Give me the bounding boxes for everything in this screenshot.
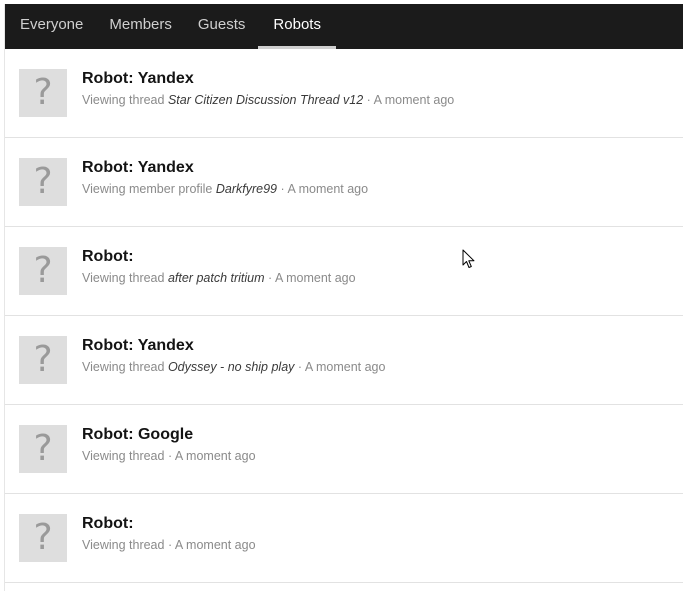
activity-line: Viewing thread Star Citizen Discussion T… [82, 92, 675, 108]
activity-line: Viewing thread · A moment ago [82, 448, 675, 464]
activity-target-link[interactable]: Star Citizen Discussion Thread v12 [168, 93, 363, 107]
online-robot-list: ? Robot: Yandex Viewing thread Star Citi… [5, 49, 683, 583]
separator-dot: · [366, 93, 371, 107]
list-item: ? Robot: Yandex Viewing member profile D… [5, 138, 683, 227]
robot-name: Robot: Yandex [82, 159, 194, 176]
activity-target-link[interactable]: after patch tritium [168, 271, 265, 285]
tab-robots[interactable]: Robots [258, 4, 336, 49]
list-item: ? Robot: Viewing thread · A moment ago [5, 494, 683, 583]
separator-dot: · [167, 538, 173, 552]
activity-time: A moment ago [304, 360, 386, 374]
activity-action: Viewing thread [82, 271, 165, 285]
robot-name: Robot: Google [82, 426, 194, 443]
separator-dot: · [280, 182, 285, 196]
tab-guests[interactable]: Guests [185, 4, 259, 49]
avatar-placeholder-icon[interactable]: ? [19, 158, 67, 206]
row-info: Robot: Yandex Viewing thread Odyssey - n… [82, 336, 675, 375]
robot-name: Robot: [82, 515, 134, 532]
online-users-panel: Everyone Members Guests Robots ? Robot: … [4, 4, 683, 591]
list-item: ? Robot: Viewing thread after patch trit… [5, 227, 683, 316]
avatar-placeholder-icon[interactable]: ? [19, 247, 67, 295]
activity-time: A moment ago [274, 271, 356, 285]
list-item: ? Robot: Yandex Viewing thread Odyssey -… [5, 316, 683, 405]
activity-action: Viewing thread [82, 538, 165, 552]
activity-target-link[interactable]: Darkfyre99 [216, 182, 277, 196]
row-info: Robot: Viewing thread · A moment ago [82, 514, 675, 553]
separator-dot: · [167, 449, 173, 463]
row-info: Robot: Yandex Viewing thread Star Citize… [82, 69, 675, 108]
activity-action: Viewing thread [82, 93, 165, 107]
activity-line: Viewing thread · A moment ago [82, 537, 675, 553]
separator-dot: · [268, 271, 273, 285]
robot-name: Robot: [82, 248, 134, 265]
mouse-pointer-icon [462, 249, 475, 268]
activity-time: A moment ago [373, 93, 455, 107]
robot-name: Robot: Yandex [82, 337, 194, 354]
separator-dot: · [297, 360, 303, 374]
row-info: Robot: Viewing thread after patch tritiu… [82, 247, 675, 286]
tab-everyone[interactable]: Everyone [7, 4, 96, 49]
activity-line: Viewing member profile Darkfyre99 · A mo… [82, 181, 675, 197]
avatar-placeholder-icon[interactable]: ? [19, 425, 67, 473]
avatar-placeholder-icon[interactable]: ? [19, 336, 67, 384]
avatar-placeholder-icon[interactable]: ? [19, 514, 67, 562]
activity-time: A moment ago [174, 449, 256, 463]
row-info: Robot: Google Viewing thread · A moment … [82, 425, 675, 464]
row-info: Robot: Yandex Viewing member profile Dar… [82, 158, 675, 197]
activity-action: Viewing thread [82, 449, 165, 463]
activity-time: A moment ago [287, 182, 369, 196]
tab-members[interactable]: Members [96, 4, 185, 49]
avatar-placeholder-icon[interactable]: ? [19, 69, 67, 117]
activity-time: A moment ago [174, 538, 256, 552]
activity-line: Viewing thread Odyssey - no ship play · … [82, 359, 675, 375]
list-item: ? Robot: Yandex Viewing thread Star Citi… [5, 49, 683, 138]
activity-action: Viewing member profile [82, 182, 213, 196]
filter-tab-bar: Everyone Members Guests Robots [5, 4, 683, 49]
activity-target-link[interactable]: Odyssey - no ship play [168, 360, 294, 374]
activity-action: Viewing thread [82, 360, 165, 374]
activity-line: Viewing thread after patch tritium · A m… [82, 270, 675, 286]
robot-name: Robot: Yandex [82, 70, 194, 87]
list-item: ? Robot: Google Viewing thread · A momen… [5, 405, 683, 494]
